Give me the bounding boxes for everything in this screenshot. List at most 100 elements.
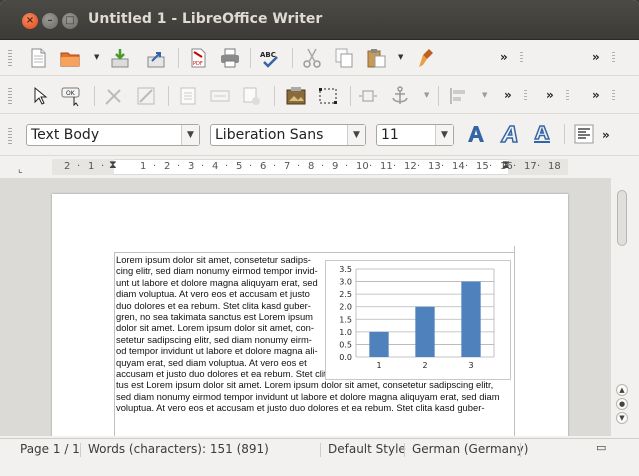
text-line[interactable]: duo dolores et ea rebum. Stet clita kasd… <box>116 300 322 311</box>
paragraph-style-select[interactable]: Text Body ▼ <box>26 124 200 146</box>
tab-type-icon[interactable]: ⌞ <box>18 164 23 175</box>
form-button-icon[interactable]: OK <box>60 85 84 107</box>
title-bar: × – □ Untitled 1 - LibreOffice Writer <box>0 0 639 40</box>
toolbar-overflow-4[interactable]: » <box>592 88 600 102</box>
bold-icon[interactable] <box>464 123 488 145</box>
underline-icon[interactable] <box>530 123 554 145</box>
form-field-icon[interactable] <box>208 85 232 107</box>
toolbar-overflow-3[interactable]: » <box>546 88 554 102</box>
text-line[interactable]: setetur sadipscing elitr, sed diam nonum… <box>116 334 322 345</box>
paragraph-style-value: Text Body <box>31 127 100 143</box>
next-page-icon[interactable]: ▼ <box>616 412 628 424</box>
anchor-icon[interactable] <box>388 85 412 107</box>
align-icon[interactable] <box>446 85 470 107</box>
font-name-select[interactable]: Liberation Sans ▼ <box>210 124 366 146</box>
form-check-icon[interactable] <box>240 85 264 107</box>
maximize-window-button[interactable]: □ <box>62 13 78 29</box>
chevron-down-icon[interactable]: ▼ <box>435 125 453 145</box>
word-count[interactable]: Words (characters): 151 (891) <box>88 442 269 456</box>
save-icon[interactable] <box>108 47 132 69</box>
form-navigator-icon[interactable] <box>176 85 200 107</box>
open-folder-icon[interactable] <box>58 47 82 69</box>
svg-text:OK: OK <box>66 90 76 97</box>
align-left-icon[interactable] <box>572 123 596 145</box>
design-mode-icon[interactable] <box>102 85 126 107</box>
text-line[interactable]: voluptua. At vero eos et accusam et just… <box>116 402 506 413</box>
print-icon[interactable] <box>218 47 242 69</box>
ruler-number: 8 <box>308 161 315 172</box>
clone-formatting-icon[interactable] <box>416 47 440 69</box>
navigator-icon[interactable]: ● <box>616 398 628 410</box>
toolbar-overflow-2[interactable]: » <box>592 50 600 64</box>
italic-icon[interactable] <box>498 123 522 145</box>
language-indicator[interactable]: German (Germany) <box>412 442 528 456</box>
document-page[interactable]: Lorem ipsum dolor sit amet, consetetur s… <box>52 194 568 436</box>
text-line[interactable]: od tempor invidunt ut labore et dolore m… <box>116 345 322 356</box>
text-line[interactable]: quyam erat, sed diam voluptua. At vero e… <box>116 357 322 368</box>
close-window-button[interactable]: × <box>22 13 38 29</box>
y-tick-label: 1.5 <box>339 315 352 324</box>
form-wizard-icon[interactable] <box>134 85 158 107</box>
toolbar-grip[interactable] <box>8 88 12 104</box>
toolbar-grip[interactable] <box>8 50 12 66</box>
right-indent-marker-icon[interactable]: ⧗ <box>502 158 510 172</box>
ruler-number: 11 <box>380 161 393 172</box>
open-dropdown-icon[interactable]: ▼ <box>94 53 100 63</box>
copy-icon[interactable] <box>332 47 356 69</box>
wrap-icon[interactable] <box>356 85 380 107</box>
ruler-number: 1 <box>140 161 147 172</box>
paste-icon[interactable] <box>364 47 388 69</box>
font-name-value: Liberation Sans <box>215 127 324 143</box>
export-icon[interactable] <box>144 47 168 69</box>
anchor-dropdown-icon[interactable]: ▼ <box>424 91 430 101</box>
chevron-down-icon[interactable]: ▼ <box>181 125 199 145</box>
text-line[interactable]: Lorem ipsum dolor sit amet, consetetur s… <box>116 254 322 265</box>
standard-toolbar-overflow[interactable]: » <box>500 50 508 64</box>
font-size-select[interactable]: 11 ▼ <box>376 124 454 146</box>
page-indicator[interactable]: Page 1 / 1 <box>20 442 80 456</box>
chevron-down-icon[interactable]: ▼ <box>347 125 365 145</box>
standard-toolbar: ▼ PDF ABC ▼ » » <box>0 40 639 76</box>
scrollbar-thumb[interactable] <box>617 190 627 246</box>
formatting-toolbar-overflow[interactable]: » <box>602 128 610 142</box>
text-line[interactable]: unt ut labore et dolore magna aliquyam e… <box>116 277 322 288</box>
export-pdf-icon[interactable]: PDF <box>186 47 210 69</box>
text-line[interactable]: sed diam nonumy eirmod tempor invidunt u… <box>116 391 506 402</box>
ruler-number: 3 <box>188 161 195 172</box>
font-size-value: 11 <box>381 127 399 143</box>
page-style[interactable]: Default Style <box>328 442 406 456</box>
svg-text:PDF: PDF <box>193 61 203 67</box>
text-line[interactable]: dolor sit amet. Lorem ipsum dolor sit am… <box>116 322 322 333</box>
ruler-number: 18 <box>548 161 561 172</box>
ruler-number: 17 <box>524 161 537 172</box>
vertical-scrollbar[interactable]: ▲ ● ▼ <box>610 178 639 436</box>
text-line[interactable]: diam voluptua. At vero eos et accusam et… <box>116 288 322 299</box>
spellcheck-icon[interactable]: ABC <box>258 47 282 69</box>
minimize-window-button[interactable]: – <box>42 13 58 29</box>
form-toolbar-overflow[interactable]: » <box>504 88 512 102</box>
toolbar-grip[interactable] <box>8 128 12 144</box>
select-arrow-icon[interactable] <box>28 85 52 107</box>
indent-marker-icon[interactable]: ⧗ <box>109 158 117 172</box>
text-line[interactable]: cing elitr, sed diam nonumy eirmod tempo… <box>116 265 322 276</box>
text-line[interactable]: tus est Lorem ipsum dolor sit amet. Lore… <box>116 379 506 390</box>
bar <box>369 331 389 357</box>
frame-icon[interactable] <box>316 85 340 107</box>
ruler-number: 2 <box>164 161 171 172</box>
previous-page-icon[interactable]: ▲ <box>616 384 628 396</box>
y-tick-label: 3.0 <box>339 278 352 287</box>
insert-image-icon[interactable] <box>284 85 308 107</box>
ruler-number: 2 <box>64 161 71 172</box>
ruler-number: 5 <box>236 161 243 172</box>
align-dropdown-icon[interactable]: ▼ <box>482 91 488 101</box>
new-document-icon[interactable] <box>26 47 50 69</box>
paste-dropdown-icon[interactable]: ▼ <box>398 53 404 63</box>
y-tick-label: 1.0 <box>339 328 352 337</box>
document-canvas[interactable]: Lorem ipsum dolor sit amet, consetetur s… <box>0 178 610 436</box>
embedded-chart[interactable]: 0.0 0.5 1.0 1.5 2.0 2.5 3.0 3.5 1 2 3 <box>325 260 511 380</box>
cut-icon[interactable] <box>300 47 324 69</box>
view-layout-icon[interactable]: ▭ <box>596 441 606 454</box>
x-tick-label: 2 <box>422 361 427 370</box>
y-tick-label: 0.5 <box>339 340 352 349</box>
text-line[interactable]: gren, no sea takimata sanctus est Lorem … <box>116 311 322 322</box>
